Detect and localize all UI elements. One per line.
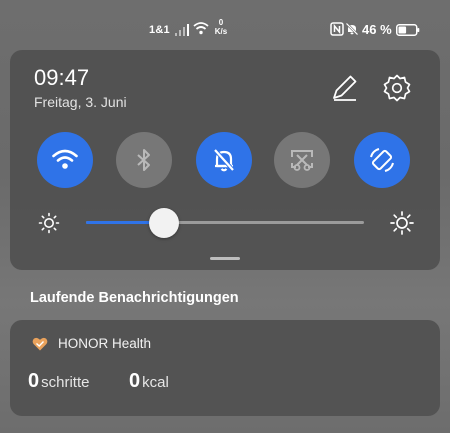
panel-drag-handle[interactable] xyxy=(210,257,240,260)
wifi-icon xyxy=(52,149,78,169)
battery-percent: 46 % xyxy=(362,22,392,37)
clock-time[interactable]: 09:47 xyxy=(34,65,89,91)
wifi-icon xyxy=(193,22,209,35)
nfc-icon xyxy=(330,22,344,36)
do-not-disturb-toggle[interactable] xyxy=(196,132,252,188)
ongoing-notifications-title: Laufende Benachrichtigungen xyxy=(30,290,239,306)
brightness-control xyxy=(10,207,440,238)
brightness-slider-thumb[interactable] xyxy=(148,207,179,238)
bluetooth-toggle[interactable] xyxy=(116,132,172,188)
brightness-low-icon xyxy=(38,212,60,234)
quick-settings-panel: 09:47 Freitag, 3. Juni xyxy=(10,50,440,270)
kcal-metric: 0 kcal xyxy=(129,370,169,393)
kcal-unit: kcal xyxy=(142,374,169,391)
battery-icon xyxy=(396,24,420,36)
auto-rotate-icon xyxy=(370,148,394,172)
wifi-toggle[interactable] xyxy=(37,132,93,188)
network-speed-unit: K/s xyxy=(214,27,228,36)
brightness-high-icon xyxy=(390,211,414,235)
kcal-value: 0 xyxy=(129,370,141,392)
notification-card[interactable]: HONOR Health 0 schritte 0 kcal xyxy=(10,320,440,416)
steps-unit: schritte xyxy=(41,374,90,391)
notification-app-name: HONOR Health xyxy=(58,336,152,351)
status-bar: 1&1 0 K/s 46 % xyxy=(0,0,450,46)
network-speed-value: 0 xyxy=(218,18,224,27)
gear-icon[interactable] xyxy=(383,74,411,102)
clock-date[interactable]: Freitag, 3. Juni xyxy=(34,94,127,110)
mute-icon xyxy=(345,22,359,36)
bell-off-icon xyxy=(213,148,235,172)
signal-icon xyxy=(175,24,189,36)
auto-rotate-toggle[interactable] xyxy=(354,132,410,188)
screenshot-toggle[interactable] xyxy=(274,132,330,188)
screenshot-scissors-icon xyxy=(291,150,313,171)
heart-icon xyxy=(32,337,48,351)
network-speed: 0 K/s xyxy=(210,18,232,36)
bluetooth-icon xyxy=(137,149,150,171)
carrier-label: 1&1 xyxy=(149,24,170,36)
steps-value: 0 xyxy=(28,370,40,392)
edit-pencil-icon[interactable] xyxy=(330,74,358,102)
steps-metric: 0 schritte xyxy=(28,370,89,393)
brightness-slider[interactable] xyxy=(86,207,364,238)
